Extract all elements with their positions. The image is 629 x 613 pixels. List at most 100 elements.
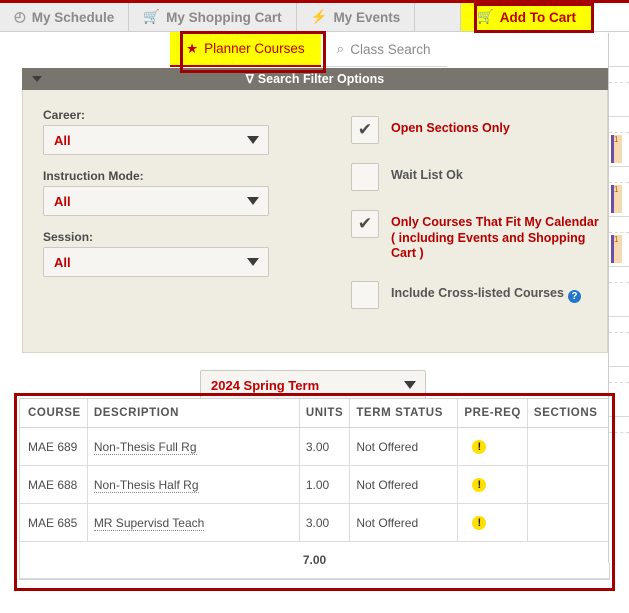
instruction-mode-value: All [54,193,71,209]
include-cross-listed-checkbox[interactable] [351,280,379,309]
calendar-event[interactable]: 1 [611,135,622,163]
add-to-cart-button[interactable]: 🛒 Add To Cart [460,3,593,31]
add-to-cart-label: Add To Cart [499,9,576,25]
filter-left-column: Career: All Instruction Mode: All Sessio… [43,108,291,291]
calendar-slot[interactable]: 1 [609,183,629,217]
caret-down-icon[interactable] [32,76,42,82]
term-select-value: 2024 Spring Term [211,377,320,393]
calendar-sliver: 1 1 1 [608,33,629,563]
search-filter-options-title: Search Filter Options [257,72,385,86]
sub-tab-right-pad [446,32,629,67]
tab-my-shopping-cart[interactable]: 🛒 My Shopping Cart [129,3,297,31]
instruction-mode-select[interactable]: All [43,186,269,216]
chevron-down-icon[interactable] [247,136,259,144]
warning-icon[interactable]: ! [472,478,487,492]
include-cross-listed-label: Include Cross-listed Courses [391,285,564,300]
fit-my-calendar-label: Only Courses That Fit My Calendar [391,215,599,229]
warning-icon[interactable]: ! [472,440,487,454]
calendar-slot [609,33,629,67]
cell-units: 3.00 [299,503,351,542]
table-header-row: COURSE DESCRIPTION UNITS TERM STATUS PRE… [20,399,609,428]
col-units: UNITS [299,399,351,428]
star-icon: ★ [186,40,199,56]
sub-tab-bar: ★ Planner Courses ⌕ Class Search [0,32,629,67]
calendar-event[interactable]: 1 [611,185,622,213]
warning-icon[interactable]: ! [472,516,487,530]
filter-right-column: ✔ Open Sections Only Wait List Ok ✔ Only… [351,116,601,328]
total-units-value: 7.00 [20,541,609,579]
search-filter-options-body: Career: All Instruction Mode: All Sessio… [22,90,608,353]
fit-my-calendar-checkbox[interactable]: ✔ [351,210,379,238]
session-value: All [54,254,71,270]
career-label: Career: [43,108,86,122]
course-description-link[interactable]: Non-Thesis Half Rg [93,477,199,493]
term-select[interactable]: 2024 Spring Term [200,370,426,400]
tab-my-schedule[interactable]: ◴ My Schedule [0,3,130,31]
subtab-planner-courses[interactable]: ★ Planner Courses [170,32,321,67]
planner-course-table-wrapper: COURSE DESCRIPTION UNITS TERM STATUS PRE… [19,398,610,580]
fit-my-calendar-row: ✔ Only Courses That Fit My Calendar ( in… [351,210,601,262]
wait-list-ok-checkbox[interactable] [351,163,379,191]
cell-term-status: Not Offered [349,503,459,542]
cell-units: 3.00 [299,427,351,466]
tab-my-shopping-cart-label: My Shopping Cart [166,9,282,25]
career-value: All [54,132,71,148]
open-sections-only-checkbox[interactable]: ✔ [351,116,379,144]
calendar-slot [609,283,629,317]
tab-bar-spacer [415,3,461,31]
session-select[interactable]: All [43,247,269,277]
planner-courses-page: ◴ My Schedule 🛒 My Shopping Cart ⚡ My Ev… [0,0,629,613]
col-pre-req: PRE-REQ [457,399,528,428]
cell-pre-req: ! [457,465,528,504]
lightning-icon: ⚡ [310,9,328,24]
table-row[interactable]: MAE 689 Non-Thesis Full Rg 3.00 Not Offe… [20,427,609,466]
calendar-event[interactable]: 1 [611,235,622,263]
subtab-class-search[interactable]: ⌕ Class Search [320,32,447,67]
calendar-slot[interactable]: 1 [609,133,629,167]
cell-sections [527,427,609,466]
calendar-slot[interactable]: 1 [609,233,629,267]
tab-my-events[interactable]: ⚡ My Events [296,3,416,31]
search-filter-options-header[interactable]: ∇ Search Filter Options [22,68,608,90]
calendar-slot [609,167,629,183]
clock-icon: ◴ [14,9,26,24]
cart-icon: 🛒 [143,9,161,24]
cell-description: MR Supervisd Teach [87,503,300,542]
session-field: Session: All [43,230,291,277]
course-description-link[interactable]: Non-Thesis Full Rg [93,439,197,455]
cart-add-icon: 🛒 [476,9,494,24]
tab-my-schedule-label: My Schedule [31,9,115,25]
wait-list-ok-label: Wait List Ok [391,168,463,182]
check-icon: ✔ [357,120,373,139]
cell-description: Non-Thesis Full Rg [87,427,300,466]
chevron-down-icon[interactable] [247,197,259,205]
career-select[interactable]: All [43,125,269,155]
table-row[interactable]: MAE 688 Non-Thesis Half Rg 1.00 Not Offe… [20,465,609,504]
cell-units: 1.00 [299,465,351,504]
sub-tab-left-pad [0,32,170,67]
funnel-icon: ∇ [245,72,254,86]
cell-description: Non-Thesis Half Rg [87,465,300,504]
col-description: DESCRIPTION [87,399,300,428]
course-description-link[interactable]: MR Supervisd Teach [93,515,205,531]
fit-my-calendar-sublabel: ( including Events and Shopping Cart ) [391,230,586,261]
chevron-down-icon[interactable] [247,258,259,266]
col-term-status: TERM STATUS [349,399,459,428]
tab-bar-end [593,3,629,31]
tab-my-events-label: My Events [333,9,401,25]
instruction-mode-label: Instruction Mode: [43,169,144,183]
career-field: Career: All [43,108,291,155]
planner-course-table: COURSE DESCRIPTION UNITS TERM STATUS PRE… [20,399,609,579]
chevron-down-icon[interactable] [404,381,416,389]
cell-term-status: Not Offered [349,465,459,504]
calendar-slot [609,67,629,83]
help-icon[interactable]: ? [567,289,581,303]
check-icon: ✔ [357,214,373,233]
subtab-class-search-label: Class Search [350,41,431,57]
wait-list-ok-row: Wait List Ok [351,163,601,191]
table-row[interactable]: MAE 685 MR Supervisd Teach 3.00 Not Offe… [20,503,609,542]
cell-term-status: Not Offered [349,427,459,466]
calendar-slot [609,83,629,117]
cell-pre-req: ! [457,503,528,542]
calendar-slot [609,417,629,433]
